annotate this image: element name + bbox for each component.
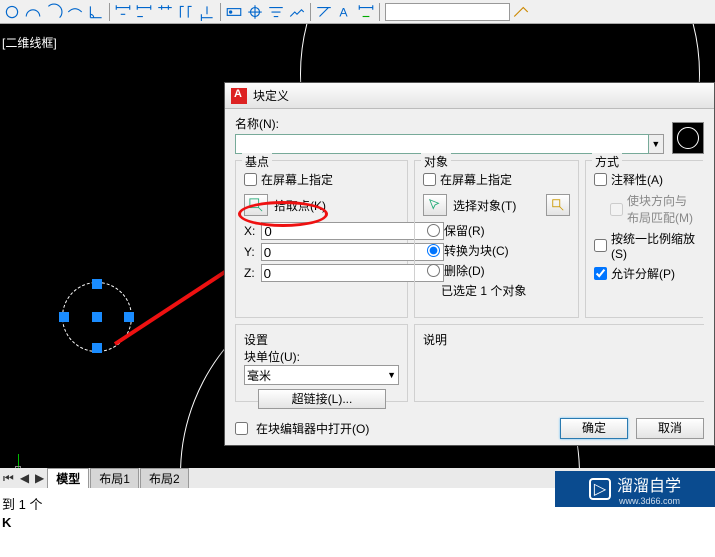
objects-onscreen-checkbox[interactable] — [423, 173, 436, 186]
open-in-editor-checkbox[interactable] — [235, 422, 248, 435]
grip-icon[interactable] — [92, 343, 102, 353]
block-preview — [672, 122, 704, 154]
tool-arc3-icon[interactable] — [65, 2, 85, 22]
tool-text-icon[interactable]: A — [335, 2, 355, 22]
delete-radio[interactable] — [427, 264, 440, 277]
name-dropdown-icon[interactable]: ▼ — [649, 134, 664, 154]
tool-dim3-icon[interactable] — [155, 2, 175, 22]
tool-arc2-icon[interactable] — [44, 2, 64, 22]
watermark-text: 溜溜自学 — [617, 472, 681, 496]
grip-icon[interactable] — [59, 312, 69, 322]
settings-group: 设置 块单位(U): 毫米 ▼ 超链接(L)... — [235, 324, 408, 402]
settings-legend: 设置 — [244, 331, 399, 348]
tool-circle-icon[interactable] — [2, 2, 22, 22]
hyperlink-button[interactable]: 超链接(L)... — [258, 389, 386, 409]
objects-count-label: 已选定 1 个对象 — [441, 282, 570, 299]
tool-inspect-icon[interactable] — [266, 2, 286, 22]
tool-dimstyle-icon[interactable] — [511, 2, 531, 22]
ok-button[interactable]: 确定 — [560, 418, 628, 439]
tab-model[interactable]: 模型 — [47, 468, 89, 488]
select-objects-icon — [428, 198, 442, 212]
command-line: K — [2, 514, 713, 532]
tool-angle-icon[interactable] — [86, 2, 106, 22]
tool-update-icon[interactable] — [356, 2, 376, 22]
play-icon: ▷ — [589, 478, 611, 500]
grip-icon[interactable] — [92, 279, 102, 289]
orient-checkbox — [610, 203, 623, 216]
retain-radio[interactable] — [427, 224, 440, 237]
quickselect-icon — [551, 198, 565, 212]
uniform-scale-label: 按统一比例缩放(S) — [611, 230, 695, 261]
y-label: Y: — [244, 245, 255, 259]
basepoint-onscreen-checkbox[interactable] — [244, 173, 257, 186]
description-group: 说明 — [414, 324, 704, 402]
dialog-footer: 在块编辑器中打开(O) 确定 取消 — [225, 412, 714, 445]
block-unit-label: 块单位(U): — [244, 348, 399, 365]
grip-icon[interactable] — [124, 312, 134, 322]
tab-prev-icon[interactable]: ◀ — [17, 471, 32, 485]
orient-label: 使块方向与布局匹配(M) — [627, 192, 695, 226]
behavior-legend: 方式 — [592, 153, 622, 170]
annotative-label: 注释性(A) — [611, 171, 663, 188]
tool-center-icon[interactable] — [245, 2, 265, 22]
objects-legend: 对象 — [421, 153, 451, 170]
tool-dim4-icon[interactable] — [176, 2, 196, 22]
convert-label: 转换为块(C) — [444, 242, 509, 259]
tool-dim2-icon[interactable] — [134, 2, 154, 22]
name-label: 名称(N): — [235, 115, 664, 132]
main-toolbar: A — [0, 0, 715, 24]
select-objects-button[interactable] — [423, 194, 447, 216]
autocad-icon — [231, 88, 247, 104]
description-legend: 说明 — [423, 331, 696, 348]
tool-dim5-icon[interactable] — [197, 2, 217, 22]
dimstyle-combo[interactable] — [385, 3, 510, 21]
quickselect-button[interactable] — [546, 194, 570, 216]
watermark-url: www.3d66.com — [619, 496, 681, 506]
open-in-editor-label: 在块编辑器中打开(O) — [256, 420, 369, 437]
block-name-input[interactable] — [235, 134, 649, 154]
tool-edit1-icon[interactable] — [314, 2, 334, 22]
tab-next-icon[interactable]: ▶ — [32, 471, 47, 485]
grip-center-icon[interactable] — [92, 312, 102, 322]
retain-label: 保留(R) — [444, 222, 485, 239]
z-label: Z: — [244, 266, 255, 280]
tab-layout1[interactable]: 布局1 — [90, 468, 139, 488]
pick-point-button[interactable] — [244, 194, 268, 216]
basepoint-legend: 基点 — [242, 153, 272, 170]
chevron-down-icon: ▼ — [387, 370, 396, 380]
allow-explode-label: 允许分解(P) — [611, 265, 675, 282]
block-unit-select[interactable]: 毫米 ▼ — [244, 365, 399, 385]
tab-layout2[interactable]: 布局2 — [140, 468, 189, 488]
convert-radio[interactable] — [427, 244, 440, 257]
tool-dim1-icon[interactable] — [113, 2, 133, 22]
select-objects-label: 选择对象(T) — [453, 197, 516, 214]
view-style-label: [二维线框] — [2, 34, 57, 51]
block-unit-value: 毫米 — [247, 367, 271, 384]
basepoint-group: 基点 在屏幕上指定 拾取点(K) X: Y: Z: — [235, 160, 408, 318]
cancel-button[interactable]: 取消 — [636, 418, 704, 439]
pick-point-label: 拾取点(K) — [274, 197, 326, 214]
tool-tol-icon[interactable] — [224, 2, 244, 22]
block-definition-dialog: 块定义 名称(N): ▼ 基点 在屏幕上指定 拾取点 — [224, 82, 715, 446]
dialog-title: 块定义 — [253, 87, 289, 104]
allow-explode-checkbox[interactable] — [594, 267, 607, 280]
objects-group: 对象 在屏幕上指定 选择对象(T) 保留(R) 转换为块(C) 删除(D) 已选… — [414, 160, 579, 318]
objects-onscreen-label: 在屏幕上指定 — [440, 171, 512, 188]
x-label: X: — [244, 224, 255, 238]
watermark-badge: ▷ 溜溜自学 www.3d66.com — [555, 471, 715, 507]
behavior-group: 方式 注释性(A) 使块方向与布局匹配(M) 按统一比例缩放(S) 允许分解(P… — [585, 160, 703, 318]
tool-jog-icon[interactable] — [287, 2, 307, 22]
tab-first-icon[interactable]: ⏮ — [0, 471, 17, 486]
basepoint-onscreen-label: 在屏幕上指定 — [261, 171, 333, 188]
svg-text:A: A — [339, 5, 348, 19]
annotative-checkbox[interactable] — [594, 173, 607, 186]
tool-arc1-icon[interactable] — [23, 2, 43, 22]
pick-point-icon — [249, 198, 263, 212]
dialog-titlebar[interactable]: 块定义 — [225, 83, 714, 109]
delete-label: 删除(D) — [444, 262, 485, 279]
uniform-scale-checkbox[interactable] — [594, 239, 607, 252]
